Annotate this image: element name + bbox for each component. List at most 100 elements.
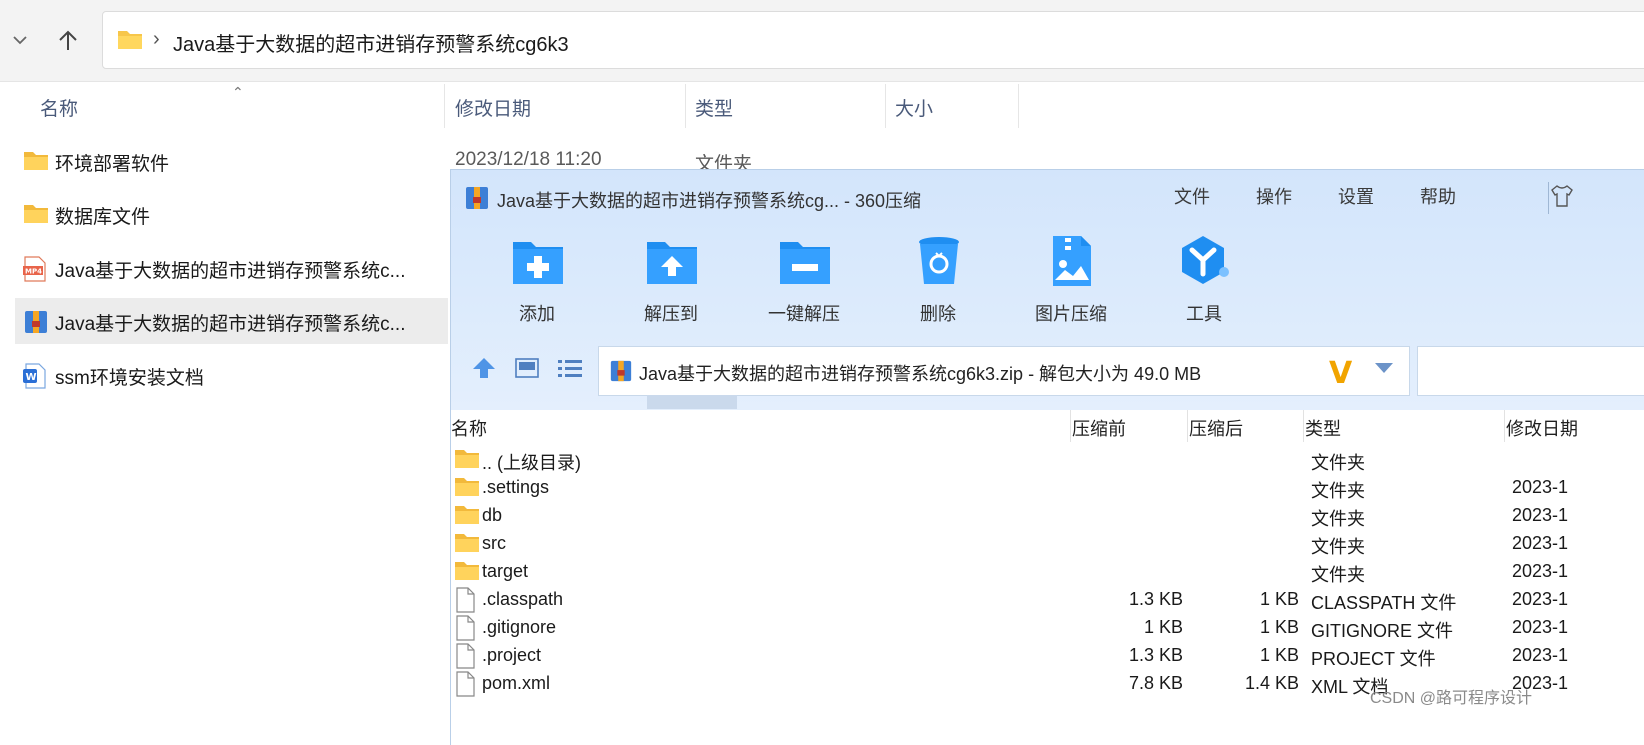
zip-column-header-before[interactable]: 压缩前 — [1072, 415, 1126, 441]
explorer-column-headers: ⌃ 名称 修改日期 类型 大小 — [0, 84, 1644, 128]
folder-icon — [23, 202, 49, 229]
column-divider[interactable] — [1303, 410, 1304, 442]
archive-entry-type: 文件夹 — [1311, 565, 1365, 585]
title-bar-divider — [1548, 182, 1549, 214]
path-bar-underline — [647, 395, 737, 409]
folder-icon — [454, 447, 480, 474]
menu-settings[interactable]: 设置 — [1338, 183, 1374, 209]
address-bar[interactable]: › Java基于大数据的超市进销存预警系统cg6k3 — [102, 11, 1644, 69]
zip-window-header: Java基于大数据的超市进销存预警系统cg... - 360压缩 文件 操作 设… — [451, 170, 1644, 410]
archive-row[interactable]: target 文件夹 2023-1 — [451, 558, 1644, 586]
path-dropdown-arrow-icon[interactable] — [1375, 363, 1393, 373]
archive-entry-size-after: 1 KB — [1259, 589, 1299, 609]
column-header-type[interactable]: 类型 — [695, 94, 733, 121]
column-divider[interactable] — [685, 84, 686, 128]
file-row[interactable]: 环境部署软件 — [15, 138, 448, 184]
archive-entry-name: target — [482, 561, 529, 581]
toolbar-image-compress-label: 图片压缩 — [1035, 304, 1107, 324]
svg-text:MP4: MP4 — [25, 268, 42, 276]
archive-row[interactable]: .gitignore 1 KB 1 KB GITIGNORE 文件 2023-1 — [451, 614, 1644, 642]
toolbar-delete-button[interactable]: 删除 — [883, 234, 993, 334]
toolbar-add-button[interactable]: 添加 — [482, 234, 592, 334]
toolbar-image-compress-button[interactable]: 图片压缩 — [1016, 234, 1126, 334]
archive-row[interactable]: src 文件夹 2023-1 — [451, 530, 1644, 558]
zip-archive-window: Java基于大数据的超市进销存预警系统cg... - 360压缩 文件 操作 设… — [450, 169, 1644, 745]
explorer-toolbar: › Java基于大数据的超市进销存预警系统cg6k3 — [0, 0, 1644, 82]
menu-file[interactable]: 文件 — [1174, 183, 1210, 209]
folder-icon — [454, 475, 480, 502]
column-divider[interactable] — [1504, 410, 1505, 442]
column-header-modified[interactable]: 修改日期 — [455, 94, 531, 121]
column-divider[interactable] — [1070, 410, 1071, 442]
archive-row[interactable]: .settings 文件夹 2023-1 — [451, 474, 1644, 502]
file-row[interactable]: MP4 Java基于大数据的超市进销存预警系统c... — [15, 245, 448, 291]
toolbar-tools-button[interactable]: 工具 — [1149, 234, 1259, 334]
archive-entry-name: .. (上级目录) — [482, 453, 581, 473]
archive-path-bar[interactable]: Java基于大数据的超市进销存预警系统cg6k3.zip - 解包大小为 49.… — [598, 346, 1410, 396]
archive-row[interactable]: .. (上级目录) 文件夹 — [451, 446, 1644, 474]
zip-column-header-modified[interactable]: 修改日期 — [1506, 415, 1578, 441]
delete-icon — [912, 234, 966, 288]
column-header-size[interactable]: 大小 — [895, 94, 933, 121]
archive-row[interactable]: db 文件夹 2023-1 — [451, 502, 1644, 530]
extract-to-icon — [645, 234, 699, 288]
zip-archive-icon — [464, 185, 490, 216]
column-divider[interactable] — [444, 84, 445, 128]
tools-icon — [1178, 234, 1232, 288]
menu-operation[interactable]: 操作 — [1256, 183, 1292, 209]
word-doc-icon: W — [23, 363, 47, 394]
skin-shirt-icon[interactable] — [1551, 184, 1573, 213]
file-name: 环境部署软件 — [55, 154, 170, 175]
toolbar-extract-to-button[interactable]: 解压到 — [616, 234, 726, 334]
archive-entry-name: .project — [482, 645, 542, 665]
file-row-selected[interactable]: Java基于大数据的超市进销存预警系统c... — [15, 298, 448, 344]
toolbar-delete-label: 删除 — [920, 304, 956, 324]
recent-locations-chevron-icon[interactable] — [8, 26, 32, 54]
image-compress-icon — [1045, 234, 1099, 288]
file-row[interactable]: 数据库文件 — [15, 191, 448, 237]
archive-entry-size-before: 7.8 KB — [1128, 673, 1183, 693]
column-divider[interactable] — [1187, 410, 1188, 442]
archive-path-text: Java基于大数据的超市进销存预警系统cg6k3.zip - 解包大小为 49.… — [639, 364, 1202, 384]
up-arrow-icon[interactable] — [54, 24, 82, 56]
mp4-file-icon: MP4 — [23, 256, 47, 287]
archive-row[interactable]: .project 1.3 KB 1 KB PROJECT 文件 2023-1 — [451, 642, 1644, 670]
column-divider[interactable] — [1018, 84, 1019, 128]
file-name: Java基于大数据的超市进销存预警系统c... — [55, 261, 406, 282]
archive-entry-name: pom.xml — [482, 673, 551, 693]
archive-entry-name: .classpath — [482, 589, 564, 609]
archive-entry-type: PROJECT 文件 — [1311, 649, 1436, 669]
folder-icon — [454, 559, 480, 586]
sort-ascending-icon: ⌃ — [232, 84, 244, 100]
archive-search-input[interactable] — [1417, 346, 1644, 396]
breadcrumb-current-folder[interactable]: Java基于大数据的超市进销存预警系统cg6k3 — [173, 28, 569, 57]
csdn-watermark: CSDN @路可程序设计 — [1370, 690, 1533, 707]
archive-entry-name: .gitignore — [482, 617, 557, 637]
archive-entry-type: 文件夹 — [1311, 509, 1365, 529]
zip-column-header-name[interactable]: 名称 — [451, 415, 487, 441]
archive-entry-name: db — [482, 505, 503, 525]
archive-entry-size-after: 1 KB — [1259, 617, 1299, 637]
breadcrumb-separator: › — [153, 28, 160, 50]
zip-column-header-after[interactable]: 压缩后 — [1189, 415, 1243, 441]
menu-help[interactable]: 帮助 — [1420, 183, 1456, 209]
column-header-name[interactable]: 名称 — [40, 94, 78, 121]
toolbar-one-click-extract-button[interactable]: 一键解压 — [749, 234, 859, 334]
file-name: Java基于大数据的超市进销存预警系统c... — [55, 314, 406, 335]
file-name: ssm环境安装文档 — [55, 368, 204, 389]
file-modified-date: 2023/12/18 11:20 — [455, 149, 602, 170]
zip-column-header-type[interactable]: 类型 — [1305, 415, 1341, 441]
file-row[interactable]: W ssm环境安装文档 — [15, 352, 448, 398]
toolbar-one-click-extract-label: 一键解压 — [768, 304, 840, 324]
vip-v-icon[interactable]: V — [1329, 356, 1352, 391]
archive-entry-date: 2023-1 — [1512, 561, 1569, 581]
file-name: 数据库文件 — [55, 207, 151, 228]
archive-entry-name: src — [482, 533, 506, 553]
archive-row[interactable]: .classpath 1.3 KB 1 KB CLASSPATH 文件 2023… — [451, 586, 1644, 614]
up-arrow-icon[interactable] — [471, 356, 497, 385]
archive-entry-size-before: 1.3 KB — [1128, 645, 1183, 665]
thumbnail-view-icon[interactable] — [515, 358, 539, 383]
column-divider[interactable] — [885, 84, 886, 128]
list-view-icon[interactable] — [557, 358, 583, 383]
folder-icon — [117, 28, 143, 55]
